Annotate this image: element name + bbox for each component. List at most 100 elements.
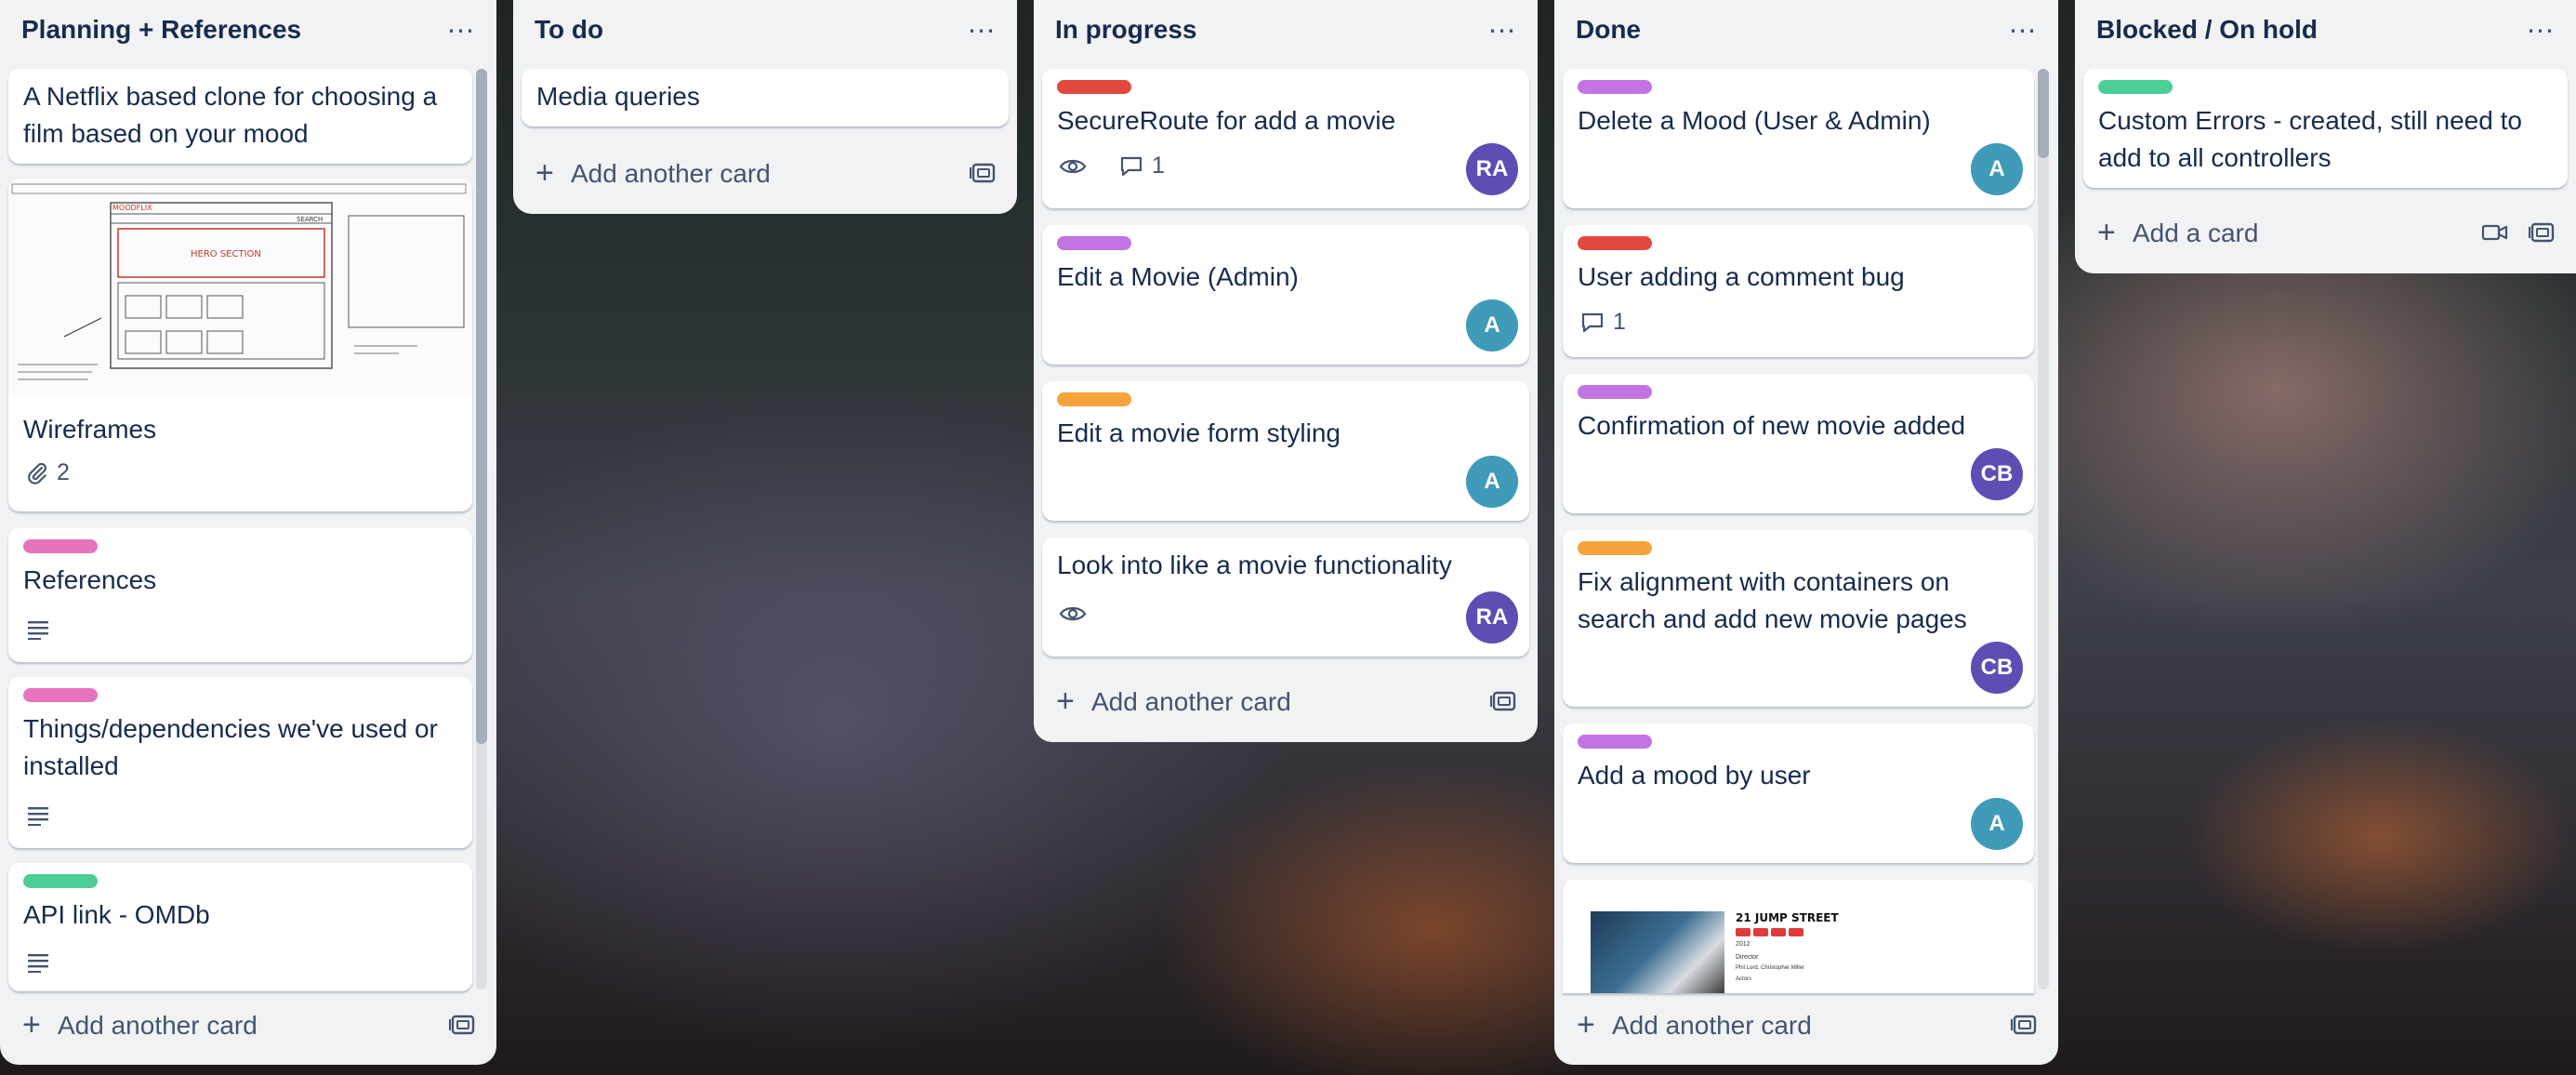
list-header[interactable]: Done ⋯ bbox=[1554, 0, 2058, 61]
card-title: A Netflix based clone for choosing a fil… bbox=[23, 82, 438, 148]
card-confirmation[interactable]: Confirmation of new movie added CB bbox=[1563, 374, 2034, 513]
add-card-label: Add another card bbox=[1091, 687, 1291, 716]
card-add-mood[interactable]: Add a mood by user A bbox=[1563, 723, 2034, 863]
member-avatar-cb[interactable]: CB bbox=[1971, 642, 2023, 694]
card-title: Add a mood by user bbox=[1578, 761, 1811, 790]
add-card-button[interactable]: + Add another card bbox=[13, 1001, 483, 1049]
member-avatar-a[interactable]: A bbox=[1971, 143, 2023, 195]
list-header[interactable]: Planning + References ⋯ bbox=[0, 0, 496, 61]
list-title[interactable]: Done bbox=[1576, 15, 1641, 45]
card-template-icon[interactable] bbox=[969, 160, 998, 186]
card-api-link[interactable]: API link - OMDb bbox=[8, 863, 472, 991]
list-title[interactable]: In progress bbox=[1055, 15, 1196, 45]
card-title: Edit a movie form styling bbox=[1057, 418, 1341, 447]
list-scrollbar[interactable] bbox=[476, 69, 487, 989]
member-avatar-ra[interactable]: RA bbox=[1466, 591, 1518, 644]
card-media-queries[interactable]: Media queries bbox=[522, 69, 1009, 126]
attachment-icon bbox=[28, 462, 46, 484]
card-title: Edit a Movie (Admin) bbox=[1057, 262, 1299, 291]
card-edit-movie-admin[interactable]: Edit a Movie (Admin) A bbox=[1042, 225, 1529, 365]
card-label bbox=[23, 539, 98, 553]
card-references[interactable]: References bbox=[8, 528, 472, 662]
member-avatar-a[interactable]: A bbox=[1466, 299, 1518, 352]
list-header[interactable]: In progress ⋯ bbox=[1034, 0, 1538, 61]
list-planning: Planning + References ⋯ A Netflix based … bbox=[0, 0, 496, 1065]
card-custom-errors[interactable]: Custom Errors - created, still need to a… bbox=[2083, 69, 2568, 188]
plus-icon: + bbox=[22, 1007, 41, 1042]
scrollbar-thumb[interactable] bbox=[2038, 69, 2049, 158]
member-avatar-a[interactable]: A bbox=[1466, 456, 1518, 508]
plus-icon: + bbox=[1056, 683, 1075, 719]
list-menu-icon[interactable]: ⋯ bbox=[1484, 13, 1521, 50]
list-menu-icon[interactable]: ⋯ bbox=[443, 13, 480, 50]
comment-icon bbox=[1581, 312, 1604, 332]
movie-poster-image bbox=[1591, 911, 1724, 993]
movie-title: 21 JUMP STREET bbox=[1736, 911, 1839, 924]
card-title: Wireframes bbox=[23, 415, 157, 444]
card-template-icon[interactable] bbox=[2528, 219, 2557, 246]
card-label bbox=[1578, 385, 1652, 399]
plus-icon: + bbox=[535, 155, 554, 191]
member-avatar-ra[interactable]: RA bbox=[1466, 143, 1518, 195]
card-template-icon[interactable] bbox=[1489, 688, 1519, 714]
movie-actors-label: Actors bbox=[1736, 976, 1752, 982]
add-card-button[interactable]: + Add another card bbox=[1567, 1001, 2045, 1049]
card-wireframes[interactable]: MOODFLIX SEARCH HERO SECTION Wireframes … bbox=[8, 179, 472, 511]
card-dependencies[interactable]: Things/dependencies we've used or instal… bbox=[8, 677, 472, 848]
add-card-label: Add a card bbox=[2133, 219, 2259, 247]
scrollbar-thumb[interactable] bbox=[476, 69, 487, 744]
list-header[interactable]: Blocked / On hold ⋯ bbox=[2075, 0, 2576, 61]
movie-year: 2012 bbox=[1736, 941, 1750, 948]
wireframe-cover-image: MOODFLIX SEARCH HERO SECTION bbox=[8, 179, 472, 396]
plus-icon: + bbox=[2097, 215, 2116, 250]
list-menu-icon[interactable]: ⋯ bbox=[2522, 13, 2559, 50]
list-title[interactable]: To do bbox=[535, 15, 603, 45]
list-header[interactable]: To do ⋯ bbox=[513, 0, 1017, 61]
card-label bbox=[1578, 541, 1652, 555]
member-avatar-cb[interactable]: CB bbox=[1971, 448, 2023, 500]
card-movie-cover[interactable]: 21 JUMP STREET 2012 Director Phil Lord, … bbox=[1563, 880, 2034, 993]
card-edit-movie-form[interactable]: Edit a movie form styling A bbox=[1042, 381, 1529, 521]
card-title: References bbox=[23, 565, 157, 594]
card-label bbox=[1057, 80, 1131, 94]
sketch-header: MOODFLIX bbox=[112, 204, 152, 212]
add-card-label: Add another card bbox=[1612, 1011, 1812, 1040]
board: Planning + References ⋯ A Netflix based … bbox=[0, 0, 2576, 1075]
video-icon[interactable] bbox=[2481, 221, 2509, 244]
card-template-icon[interactable] bbox=[2010, 1012, 2040, 1038]
list-in-progress: In progress ⋯ SecureRoute for add a movi… bbox=[1034, 0, 1538, 742]
card-title: Custom Errors - created, still need to a… bbox=[2098, 106, 2522, 172]
card-delete-mood[interactable]: Delete a Mood (User & Admin) A bbox=[1563, 69, 2034, 208]
card-comment-bug[interactable]: User adding a comment bug 1 bbox=[1563, 225, 2034, 357]
add-card-button[interactable]: + Add another card bbox=[1047, 677, 1525, 725]
list-blocked: Blocked / On hold ⋯ Custom Errors - crea… bbox=[2075, 0, 2576, 273]
description-icon bbox=[28, 954, 48, 973]
list-menu-icon[interactable]: ⋯ bbox=[963, 13, 1000, 50]
card-title: Look into like a movie functionality bbox=[1057, 551, 1452, 579]
card-netflix[interactable]: A Netflix based clone for choosing a fil… bbox=[8, 69, 472, 164]
attachment-count: 2 bbox=[57, 459, 70, 485]
add-card-button[interactable]: + Add another card bbox=[526, 149, 1004, 197]
card-title: Media queries bbox=[536, 82, 700, 111]
watch-eye-icon bbox=[1059, 606, 1087, 621]
card-label bbox=[1578, 80, 1652, 94]
list-todo: To do ⋯ Media queries + Add another card bbox=[513, 0, 1017, 214]
card-fix-alignment[interactable]: Fix alignment with containers on search … bbox=[1563, 530, 2034, 707]
card-badges: 1 bbox=[1059, 153, 1165, 179]
card-secureroute[interactable]: SecureRoute for add a movie 1 RA bbox=[1042, 69, 1529, 208]
card-like-movie[interactable]: Look into like a movie functionality RA bbox=[1042, 538, 1529, 657]
card-label bbox=[23, 688, 98, 702]
card-template-icon[interactable] bbox=[448, 1012, 478, 1038]
sketch-hero: HERO SECTION bbox=[191, 249, 261, 259]
card-title: Fix alignment with containers on search … bbox=[1578, 567, 1967, 633]
add-card-button[interactable]: + Add a card bbox=[2088, 208, 2563, 257]
sketch-search: SEARCH bbox=[297, 216, 323, 223]
card-badges: 1 bbox=[1579, 309, 1626, 336]
member-avatar-a[interactable]: A bbox=[1971, 798, 2023, 850]
list-scrollbar[interactable] bbox=[2038, 69, 2049, 989]
movie-director-label: Director bbox=[1736, 954, 1759, 961]
movie-genre-tags bbox=[1736, 928, 1803, 936]
list-menu-icon[interactable]: ⋯ bbox=[2004, 13, 2041, 50]
list-title[interactable]: Blocked / On hold bbox=[2096, 15, 2318, 45]
list-title[interactable]: Planning + References bbox=[21, 15, 301, 45]
